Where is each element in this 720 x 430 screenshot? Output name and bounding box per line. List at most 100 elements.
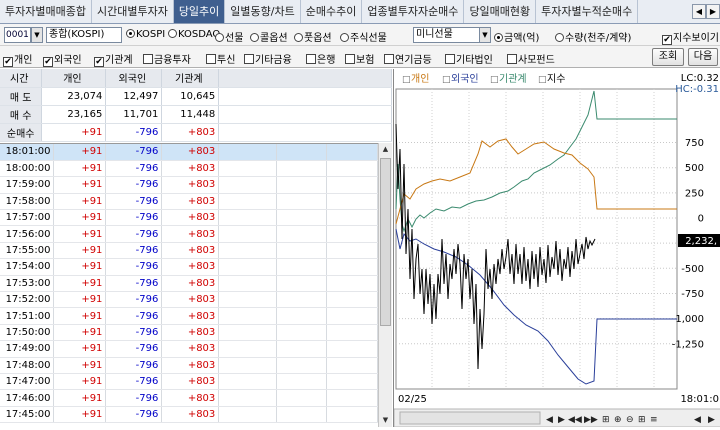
code-dropdown-icon[interactable]: ▼ xyxy=(31,27,43,43)
radio-put-option[interactable]: 풋옵션 xyxy=(294,29,332,44)
query-button[interactable]: 조회 xyxy=(652,48,684,66)
nav-left-icon[interactable]: ◀ xyxy=(694,415,701,425)
empty-cell xyxy=(218,160,278,178)
zoom-out-icon[interactable]: ⊖ xyxy=(626,415,634,425)
empty-cell xyxy=(276,160,328,178)
scroll-thumb[interactable] xyxy=(380,158,391,326)
institution-cell: +803 xyxy=(161,209,220,227)
table-row[interactable]: 17:45:00 +91 -796 +803 xyxy=(0,406,378,424)
check-pension[interactable]: 연기금등 xyxy=(384,51,432,66)
scroll-left-icon[interactable]: ◀ xyxy=(546,415,553,425)
nav-right-icon[interactable]: ▶ xyxy=(708,415,715,425)
empty-cell xyxy=(276,176,328,194)
table-row[interactable]: 17:58:00 +91 -796 +803 xyxy=(0,193,378,211)
tab-investor-summary[interactable]: 투자자별매매종합 xyxy=(0,0,92,23)
tab-sector-investor[interactable]: 업종별투자자순매수 xyxy=(362,0,465,23)
mini-dropdown-icon[interactable]: ▼ xyxy=(479,27,491,43)
tab-scroll-right-icon[interactable]: ▶ xyxy=(706,4,720,19)
legend-personal: 개인 xyxy=(411,73,429,85)
tab-investor-cumulative[interactable]: 투자자별누적순매수 xyxy=(536,0,639,23)
table-row[interactable]: 18:00:00 +91 -796 +803 xyxy=(0,160,378,178)
check-personal[interactable]: ✔ 개인 xyxy=(3,51,32,67)
scroll-up-icon[interactable]: ▲ xyxy=(379,143,392,156)
empty-cell xyxy=(218,324,278,342)
personal-cell: +91 xyxy=(53,225,107,243)
zoom-icon[interactable]: ⊞ xyxy=(602,415,610,425)
institution-cell: +803 xyxy=(161,176,220,194)
legend-marker: □ xyxy=(442,75,451,85)
table-row[interactable]: 17:48:00 +91 -796 +803 xyxy=(0,357,378,374)
check-foreign[interactable]: ✔ 외국인 xyxy=(43,51,82,67)
foreign-cell: -796 xyxy=(105,373,163,391)
check-bank[interactable]: 은행 xyxy=(306,51,335,66)
grid-scrollbar[interactable]: ▲ ▼ xyxy=(378,143,392,427)
institution-cell: +803 xyxy=(161,307,220,325)
check-insurance[interactable]: 보험 xyxy=(345,51,374,66)
radio-kospi[interactable]: KOSPI xyxy=(126,29,165,40)
tab-daily-trading[interactable]: 당일매매현황 xyxy=(464,0,537,23)
tab-time-investor[interactable]: 시간대별투자자 xyxy=(92,0,174,23)
table-row[interactable]: 17:57:00 +91 -796 +803 xyxy=(0,209,378,227)
check-other-corp[interactable]: 기타법인 xyxy=(445,51,493,66)
check-other-finance[interactable]: 기타금융 xyxy=(244,51,292,66)
empty-cell xyxy=(326,209,378,227)
institution-cell: +803 xyxy=(161,275,220,293)
table-row[interactable]: 17:55:00 +91 -796 +803 xyxy=(0,242,378,260)
play-icon[interactable]: ▶ xyxy=(558,415,565,425)
foreign-cell: -796 xyxy=(105,225,163,243)
table-row[interactable]: 17:51:00 +91 -796 +803 xyxy=(0,307,378,325)
buy-personal: 23,165 xyxy=(41,105,107,124)
table-row[interactable]: 17:50:00 +91 -796 +803 xyxy=(0,324,378,342)
tab-daily-trend[interactable]: 당일추이 xyxy=(173,0,226,23)
next-button[interactable]: 다음 xyxy=(688,48,718,66)
header-empty xyxy=(218,69,392,88)
check-financial-invest[interactable]: 금융투자 xyxy=(143,51,191,66)
institution-cell: +803 xyxy=(161,160,220,178)
empty-cell xyxy=(218,176,278,194)
table-row[interactable]: 17:49:00 +91 -796 +803 xyxy=(0,340,378,358)
fast-forward-icon[interactable]: ▶▶ xyxy=(584,415,598,425)
radio-stock-futures[interactable]: 주식선물 xyxy=(340,29,387,44)
empty-cell xyxy=(326,193,378,211)
empty-cell xyxy=(276,389,328,407)
trend-chart[interactable]: 7505002500-250-500-750-1,000-1,250□개인□외국… xyxy=(393,69,720,428)
table-row[interactable]: 18:01:00 +91 -796 +803 xyxy=(0,144,378,161)
code-input[interactable]: 0001 xyxy=(4,27,31,43)
tab-scroll-left-icon[interactable]: ◀ xyxy=(692,4,706,19)
radio-kosdaq[interactable]: KOSDAQ xyxy=(168,29,220,40)
show-index-checkbox[interactable]: ✔ 지수보이기 xyxy=(662,29,719,45)
table-row[interactable]: 17:52:00 +91 -796 +803 xyxy=(0,291,378,309)
table-row[interactable]: 17:59:00 +91 -796 +803 xyxy=(0,176,378,194)
radio-amount[interactable]: 금액(억) xyxy=(494,29,539,44)
rewind-icon[interactable]: ◀◀ xyxy=(568,415,582,425)
mini-futures-select[interactable]: 미니선물 xyxy=(413,27,483,43)
tab-net-buy-trend[interactable]: 순매수추이 xyxy=(301,0,363,23)
institution-cell: +803 xyxy=(161,144,220,161)
sell-personal: 23,074 xyxy=(41,87,107,106)
radio-quantity[interactable]: 수량(천주/계약) xyxy=(555,29,631,44)
y-tick-label: 750 xyxy=(685,138,704,149)
check-trust[interactable]: 투신 xyxy=(206,51,235,66)
radio-call-option[interactable]: 콜옵션 xyxy=(250,29,288,44)
scroll-down-icon[interactable]: ▼ xyxy=(379,414,392,427)
check-private-fund[interactable]: 사모펀드 xyxy=(507,51,555,66)
personal-cell: +91 xyxy=(53,160,107,178)
table-row[interactable]: 17:47:00 +91 -796 +803 xyxy=(0,373,378,391)
menu-icon[interactable]: ≡ xyxy=(650,415,658,425)
table-row[interactable]: 17:46:00 +91 -796 +803 xyxy=(0,389,378,407)
tab-daily-chart[interactable]: 일별동향/차트 xyxy=(225,0,301,23)
time-cell: 18:00:00 xyxy=(0,160,55,178)
time-cell: 17:47:00 xyxy=(0,373,55,391)
grid-icon[interactable]: ⊞ xyxy=(638,415,646,425)
table-row[interactable]: 17:54:00 +91 -796 +803 xyxy=(0,258,378,276)
table-row[interactable]: 17:56:00 +91 -796 +803 xyxy=(0,225,378,243)
empty-cell xyxy=(218,291,278,309)
radio-futures[interactable]: 선물 xyxy=(215,29,243,44)
check-institution[interactable]: ✔ 기관계 xyxy=(94,51,133,67)
table-row[interactable]: 17:53:00 +91 -796 +803 xyxy=(0,275,378,293)
time-cell: 17:57:00 xyxy=(0,209,55,227)
time-series-grid[interactable]: 18:01:00 +91 -796 +803 18:00:00 +91 -796 +803 17… xyxy=(0,143,378,427)
empty-cell xyxy=(276,340,328,358)
settings-icon[interactable]: ⊕ xyxy=(614,415,622,425)
foreign-cell: -796 xyxy=(105,193,163,211)
